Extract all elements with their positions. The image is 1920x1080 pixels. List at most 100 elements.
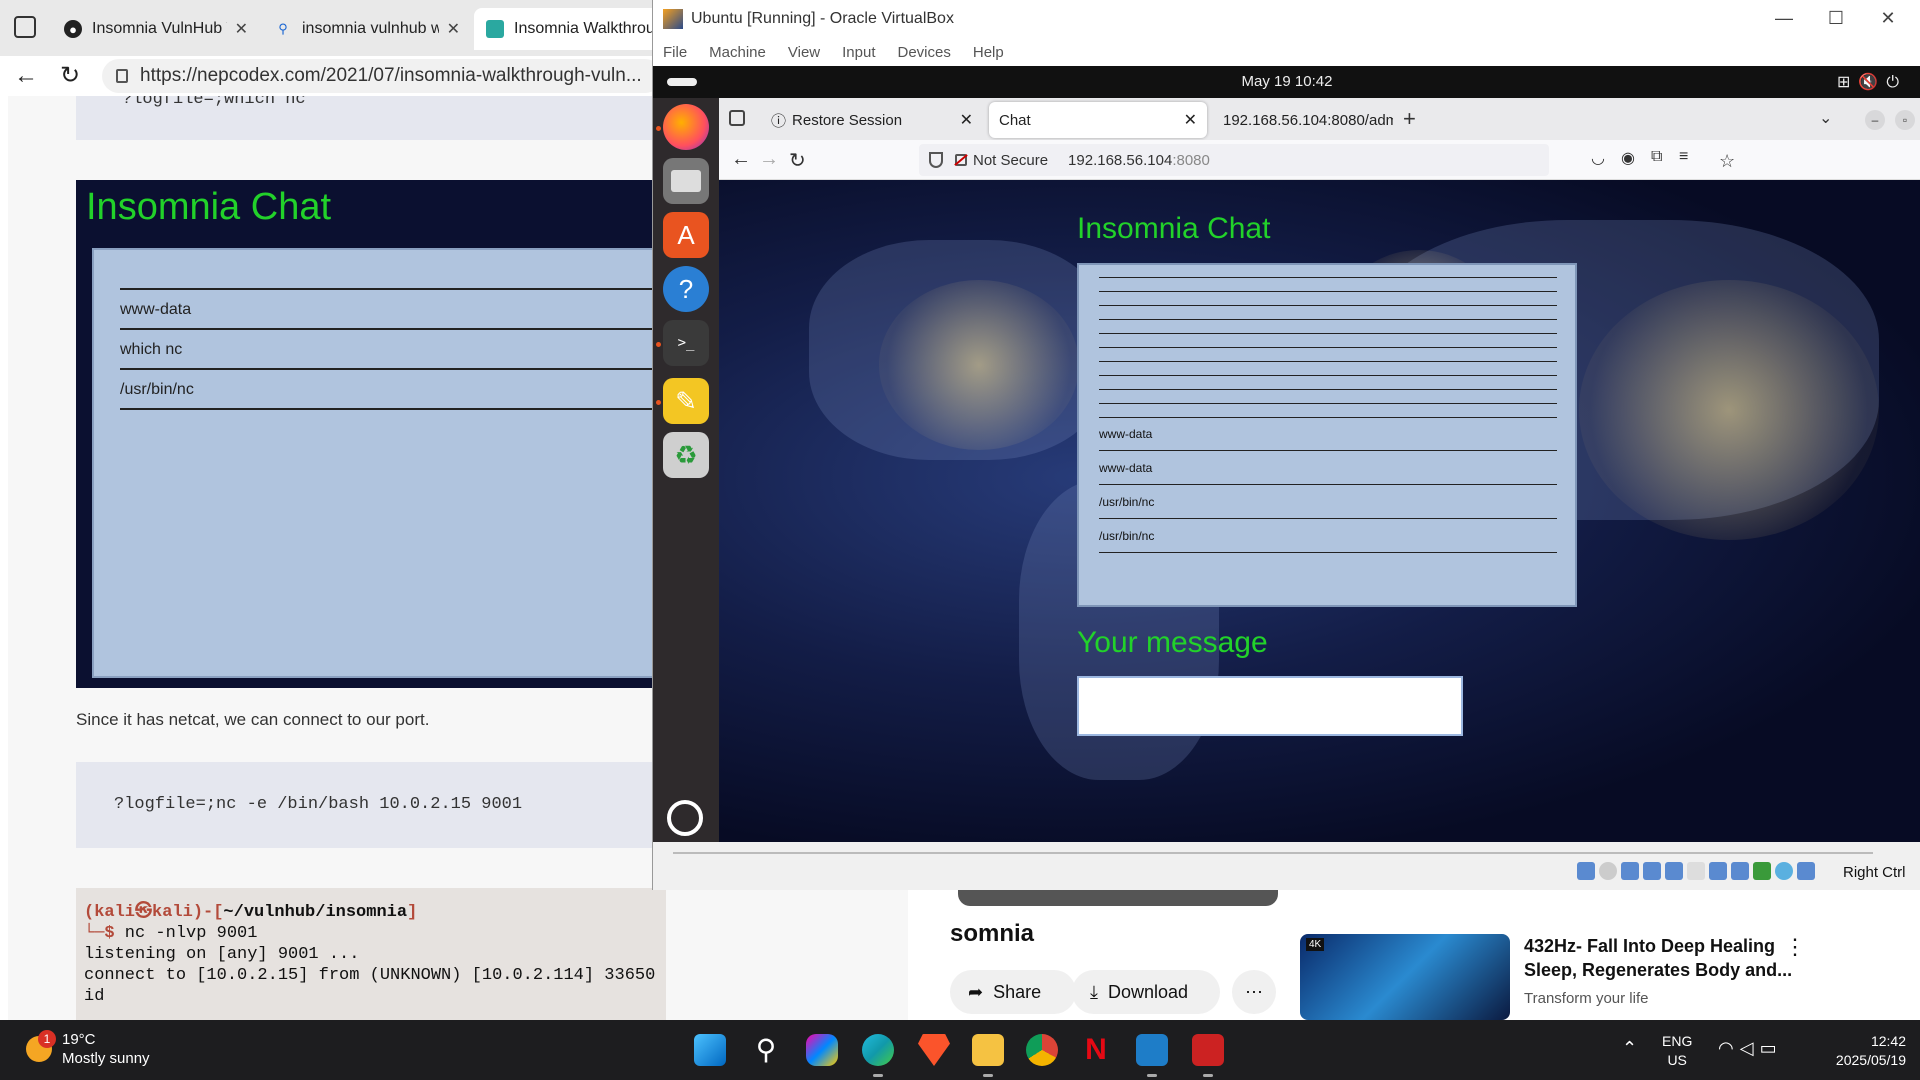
url-port: :8080 (1172, 151, 1210, 169)
bookmark-star-icon[interactable]: ☆ (1719, 151, 1735, 172)
maximize-icon[interactable]: ☐ (1813, 8, 1859, 29)
code-text: ?logfile=;which nc (122, 96, 306, 109)
weather-widget[interactable]: 1 19°C Mostly sunny (26, 1030, 150, 1068)
debugger-icon[interactable] (1192, 1034, 1224, 1077)
host-address-bar[interactable]: https://nepcodex.com/2021/07/insomnia-wa… (102, 59, 662, 93)
optical-drive-icon[interactable] (1599, 862, 1617, 880)
text-editor-icon[interactable]: ✎ (663, 378, 709, 424)
edge-icon[interactable] (862, 1034, 894, 1077)
recommended-video-title[interactable]: 432Hz- Fall Into Deep Healing Sleep, Reg… (1524, 934, 1804, 982)
download-button[interactable]: ⤓ Download (1072, 970, 1220, 1014)
forward-icon[interactable]: → (759, 148, 779, 171)
start-icon[interactable] (694, 1034, 726, 1066)
gnome-clock[interactable]: May 19 10:42 (653, 73, 1920, 90)
nepcodex-icon (486, 20, 504, 38)
ubuntu-logo-icon[interactable] (667, 800, 703, 836)
audio-icon[interactable] (1621, 862, 1639, 880)
weather-text: 19°C Mostly sunny (62, 1030, 150, 1068)
tab-chat[interactable]: Chat ✕ (989, 102, 1207, 138)
menu-devices[interactable]: Devices (898, 44, 951, 61)
close-tab-icon[interactable]: ✕ (235, 19, 248, 39)
brave-icon[interactable] (918, 1034, 950, 1066)
firefox-icon[interactable] (663, 104, 709, 150)
tray-status-icons[interactable]: ◠◁▭ (1718, 1038, 1783, 1059)
more-actions-button[interactable]: ⋯ (1232, 970, 1276, 1014)
wifi-icon[interactable]: ◠ (1718, 1038, 1740, 1058)
reload-icon[interactable]: ↻ (56, 62, 84, 90)
message-input[interactable] (1077, 676, 1463, 736)
netflix-icon[interactable]: N (1080, 1034, 1112, 1066)
help-icon[interactable]: ? (663, 266, 709, 312)
tracking-protection-icon[interactable] (929, 152, 943, 168)
display-icon[interactable] (1709, 862, 1727, 880)
temperature: 19°C (62, 1031, 96, 1048)
hard-disk-icon[interactable] (1577, 862, 1595, 880)
menu-machine[interactable]: Machine (709, 44, 766, 61)
tab-restore-session[interactable]: ⓘ Restore Session ✕ (761, 102, 983, 138)
chevron-down-icon[interactable]: ⌄ (1819, 108, 1832, 128)
host-tab-search[interactable]: ⚲ insomnia vulnhub w ✕ (262, 8, 472, 50)
battery-icon[interactable]: ▭ (1760, 1038, 1783, 1058)
tab-actions-icon[interactable] (14, 16, 36, 38)
firefox-view-icon[interactable] (729, 110, 745, 126)
recording-icon[interactable] (1731, 862, 1749, 880)
host-url-text: https://nepcodex.com/2021/07/insomnia-wa… (140, 65, 642, 86)
new-tab-icon[interactable]: + (1403, 106, 1416, 132)
network-icon[interactable] (1643, 862, 1661, 880)
keyboard-icon[interactable] (1797, 862, 1815, 880)
chat-divider (1099, 305, 1557, 306)
chat-divider (1099, 319, 1557, 320)
reload-icon[interactable]: ↻ (789, 148, 806, 173)
cpu-icon[interactable] (1753, 862, 1771, 880)
back-icon[interactable]: ← (731, 148, 751, 171)
vbox-device-icons[interactable] (1577, 862, 1815, 880)
close-tab-icon[interactable]: ✕ (447, 19, 460, 39)
tab-admin[interactable]: 192.168.56.104:8080/admin ✕ (1213, 102, 1393, 138)
menu-help[interactable]: Help (973, 44, 1004, 61)
volume-icon[interactable]: ◁ (1740, 1038, 1760, 1058)
app-center-icon[interactable]: A (663, 212, 709, 258)
screenshot-title: Insomnia Chat (86, 186, 332, 228)
extensions-icon[interactable]: ⧉ (1651, 148, 1662, 166)
menu-input[interactable]: Input (842, 44, 875, 61)
maximize-icon[interactable]: ▫ (1895, 110, 1915, 130)
copilot-icon[interactable] (806, 1034, 838, 1066)
files-icon[interactable] (663, 158, 709, 204)
host-tab-walkthrough[interactable]: Insomnia Walkthrou (474, 8, 674, 50)
kebab-menu-icon[interactable]: ⋮ (1784, 934, 1806, 960)
menu-view[interactable]: View (788, 44, 820, 61)
minimize-icon[interactable]: – (1865, 110, 1885, 130)
video-player-edge (958, 890, 1278, 906)
recommended-video-thumbnail[interactable] (1300, 934, 1510, 1020)
lock-icon (116, 69, 128, 83)
resolution-badge: 4K (1306, 938, 1325, 951)
menu-file[interactable]: File (663, 44, 687, 61)
shared-folders-icon[interactable] (1687, 862, 1705, 880)
host-tab-vulnhub[interactable]: ● Insomnia VulnHub W ✕ (52, 8, 260, 50)
vm-display[interactable]: May 19 10:42 ⊞🔇⏻ A ? >_ ✎ ♻ ⓘ Restore Se… (653, 66, 1920, 842)
close-tab-icon[interactable]: ✕ (952, 110, 973, 130)
menu-icon[interactable]: ≡ (1679, 148, 1688, 166)
language-indicator[interactable]: ENG US (1662, 1032, 1692, 1070)
system-status-icons[interactable]: ⊞🔇⏻ (1837, 72, 1907, 92)
usb-icon[interactable] (1665, 862, 1683, 880)
trash-icon[interactable]: ♻ (663, 432, 709, 478)
show-hidden-icons[interactable]: ⌃ (1622, 1038, 1637, 1059)
share-button[interactable]: ➦ Share (950, 970, 1076, 1014)
search-icon[interactable]: ⚲ (750, 1034, 782, 1066)
terminal-icon[interactable]: >_ (663, 320, 709, 366)
file-explorer-icon[interactable] (972, 1034, 1004, 1077)
mouse-integration-icon[interactable] (1775, 862, 1793, 880)
firefox-tab-bar: ⓘ Restore Session ✕ Chat ✕ 192.168.56.10… (719, 98, 1920, 140)
chat-log-panel: www-data www-data /usr/bin/nc /usr/bin/n… (1077, 263, 1577, 607)
pocket-icon[interactable]: ◡ (1591, 148, 1605, 168)
chrome-icon[interactable] (1026, 1034, 1058, 1066)
system-clock[interactable]: 12:42 2025/05/19 (1810, 1032, 1906, 1070)
firefox-address-bar[interactable]: Not Secure 192.168.56.104:8080 ☆ (919, 144, 1735, 176)
minimize-icon[interactable]: — (1761, 8, 1807, 29)
close-icon[interactable]: ✕ (1865, 8, 1911, 29)
account-icon[interactable]: ◉ (1621, 148, 1635, 168)
virtualbox-taskbar-icon[interactable] (1136, 1034, 1168, 1077)
close-tab-icon[interactable]: ✕ (1176, 110, 1197, 130)
back-icon[interactable]: ← (12, 62, 40, 90)
